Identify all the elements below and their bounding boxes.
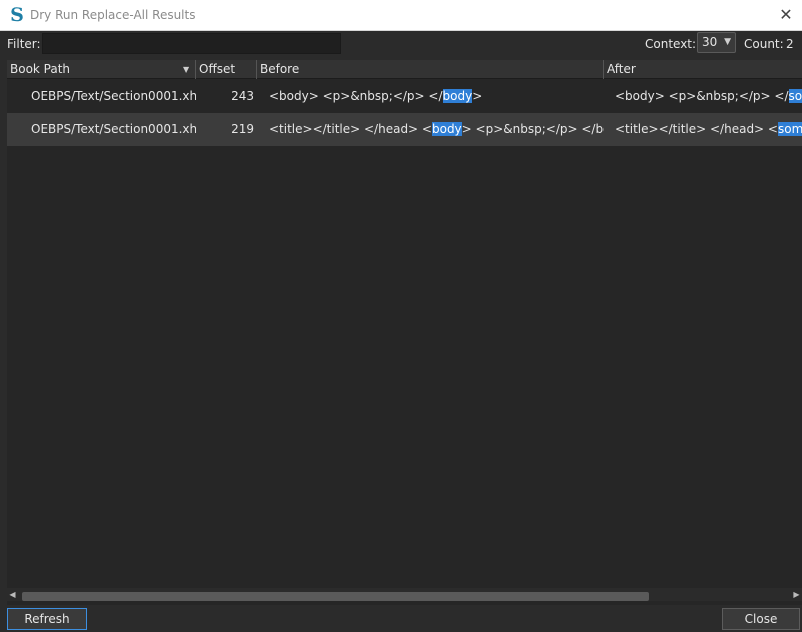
after-text: <body> <p>&nbsp;</p> </ (615, 89, 789, 103)
column-header-book-path[interactable]: Book Path ▼ (7, 60, 196, 79)
filter-input[interactable] (42, 33, 341, 54)
column-header-after[interactable]: After (604, 60, 802, 79)
after-cell: <body> <p>&nbsp;</p> </some (604, 80, 802, 113)
table-header: Book Path ▼ Offset Before After (7, 60, 802, 79)
scrollbar-track[interactable] (18, 590, 791, 601)
horizontal-scrollbar[interactable]: ◀ ▶ (7, 588, 802, 601)
replacement-highlight: some (788, 89, 802, 103)
offset-cell: 219 (231, 122, 254, 136)
column-header-label: Book Path (10, 62, 71, 76)
filter-row: Filter: Context: 30 ▼ Count: 2 (0, 31, 802, 57)
close-button[interactable]: Close (722, 608, 800, 630)
before-cell: <title></title> </head> <body> <p>&nbsp;… (257, 113, 604, 146)
scroll-right-icon[interactable]: ▶ (791, 588, 802, 601)
window-title: Dry Run Replace-All Results (30, 8, 196, 22)
context-value: 30 (702, 35, 718, 49)
before-text: <title></title> </head> < (269, 122, 432, 136)
chevron-down-icon: ▼ (724, 37, 731, 47)
context-label: Context: (645, 37, 697, 51)
book-path-cell: OEBPS/Text/Section0001.xhtml (31, 89, 196, 103)
count-label: Count: (744, 37, 784, 51)
after-cell: <title></title> </head> <somebo (604, 113, 802, 146)
count-value: 2 (786, 37, 794, 51)
before-cell: <body> <p>&nbsp;</p> </body> (257, 80, 604, 113)
results-table: Book Path ▼ Offset Before After OEBPS/Te… (7, 60, 802, 605)
column-header-offset[interactable]: Offset (196, 60, 257, 79)
sort-down-icon: ▼ (183, 65, 190, 74)
match-highlight: body (431, 122, 462, 136)
match-highlight: body (442, 89, 473, 103)
close-window-icon[interactable]: ✕ (774, 3, 798, 27)
table-row[interactable]: OEBPS/Text/Section0001.xhtml 219 <title>… (7, 113, 802, 146)
scroll-left-icon[interactable]: ◀ (7, 588, 18, 601)
filter-label: Filter: (7, 37, 41, 51)
before-text: <body> <p>&nbsp;</p> </ (269, 89, 443, 103)
table-row[interactable]: OEBPS/Text/Section0001.xhtml 243 <body> … (7, 80, 802, 113)
before-text-tail: > <p>&nbsp;</p> </body> (461, 122, 604, 136)
column-header-before[interactable]: Before (257, 60, 604, 79)
scrollbar-thumb[interactable] (22, 592, 649, 601)
sigil-app-icon: S (10, 4, 24, 26)
book-path-cell: OEBPS/Text/Section0001.xhtml (31, 122, 196, 136)
title-bar: S Dry Run Replace-All Results ✕ (0, 0, 802, 31)
offset-cell: 243 (231, 89, 254, 103)
replacement-highlight: somebo (777, 122, 802, 136)
refresh-button[interactable]: Refresh (7, 608, 87, 630)
before-text-tail: > (472, 89, 483, 103)
context-dropdown[interactable]: 30 ▼ (697, 32, 736, 53)
after-text: <title></title> </head> < (615, 122, 778, 136)
